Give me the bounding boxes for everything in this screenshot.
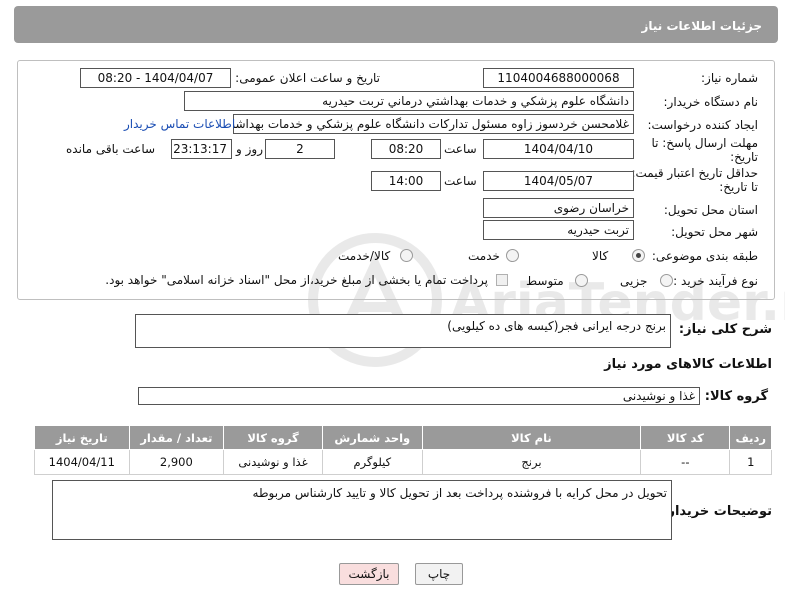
cell-need-date: 1404/04/11 (34, 449, 130, 475)
goods-group-label: گروه کالا: (704, 389, 768, 404)
col-need-date: تاریخ نیاز (34, 425, 130, 450)
col-name: نام کالا (421, 425, 642, 450)
process-option-minor: جزیی (620, 274, 648, 288)
process-radio-minor[interactable] (660, 274, 673, 287)
cell-group: غذا و نوشیدنی (223, 449, 323, 475)
category-option-service: خدمت (468, 249, 500, 263)
buyer-contact-link[interactable]: اطلاعات تماس خریدار (124, 117, 235, 131)
cell-unit: کیلوگرم (321, 449, 423, 475)
goods-section-title: اطلاعات کالاهای مورد نیاز (604, 357, 772, 372)
reply-time-field: 08:20 (371, 139, 441, 159)
category-radio-service[interactable] (506, 249, 519, 262)
reply-deadline-label: مهلت ارسال پاسخ: تا (651, 136, 758, 150)
col-group: گروه کالا (223, 425, 323, 450)
creator-field: غلامحسن خردسوز زاوه مسئول تدارکات دانشگا… (233, 114, 634, 134)
cell-row: 1 (729, 449, 772, 475)
need-number-field: 1104004688000068 (483, 68, 634, 88)
days-field: 2 (265, 139, 335, 159)
col-quantity: تعداد / مقدار (128, 425, 225, 450)
buyer-org-field: دانشگاه علوم پزشکي و خدمات بهداشتي درمان… (184, 91, 634, 111)
remaining-time-field: 23:13:17 (171, 139, 232, 159)
need-number-label: شماره نیاز: (701, 71, 758, 85)
category-radio-goods[interactable] (632, 249, 645, 262)
page-header: جزئیات اطلاعات نیاز (14, 6, 778, 43)
print-button[interactable]: چاپ (415, 563, 463, 585)
price-time-field: 14:00 (371, 171, 441, 191)
creator-label: ایجاد کننده درخواست: (647, 118, 758, 132)
remaining-label: ساعت باقی مانده (66, 142, 156, 156)
price-deadline-label: حداقل تاریخ اعتبار قیمت: (631, 166, 758, 180)
goods-table: ردیف کد کالا نام کالا واحد شمارش گروه کا… (34, 425, 772, 475)
process-radio-medium[interactable] (575, 274, 588, 287)
process-label: نوع فرآیند خرید : (673, 274, 758, 288)
treasury-payment-note: پرداخت تمام یا بخشی از مبلغ خرید،از محل … (105, 273, 488, 287)
description-field: برنج درجه ایرانی فجر(کیسه های ده کیلویی) (135, 314, 671, 348)
reply-date-field: 1404/04/10 (483, 139, 634, 159)
province-label: استان محل تحویل: (663, 203, 758, 217)
goods-group-field: غذا و نوشیدنی (138, 387, 700, 405)
price-time-label: ساعت (444, 174, 477, 188)
price-date-field: 1404/05/07 (483, 171, 634, 191)
cell-code: -- (640, 449, 731, 475)
cell-quantity: 2,900 (128, 449, 225, 475)
days-label: روز و (236, 142, 263, 156)
col-row: ردیف (729, 425, 772, 450)
price-deadline-label-2: تا تاریخ: (719, 180, 758, 194)
category-option-goods: کالا (592, 249, 609, 263)
category-option-goods-service: کالا/خدمت (338, 249, 391, 263)
cell-name: برنج (421, 449, 642, 475)
category-label: طبقه بندی موضوعی: (651, 249, 758, 263)
reply-deadline-label-2: تاریخ: (730, 150, 758, 164)
buyer-org-label: نام دستگاه خریدار: (663, 95, 759, 109)
back-button[interactable]: بازگشت (339, 563, 399, 585)
treasury-payment-checkbox[interactable] (496, 274, 508, 286)
announce-field: 1404/04/07 - 08:20 (80, 68, 231, 88)
page-title: جزئیات اطلاعات نیاز (641, 19, 762, 33)
table-row: 1 -- برنج کیلوگرم غذا و نوشیدنی 2,900 14… (34, 449, 772, 475)
province-field: خراسان رضوی (483, 198, 634, 218)
category-radio-goods-service[interactable] (400, 249, 413, 262)
process-option-medium: متوسط (526, 274, 564, 288)
city-field: تربت حیدریه (483, 220, 634, 240)
announce-label: تاریخ و ساعت اعلان عمومی: (235, 71, 380, 85)
col-unit: واحد شمارش (321, 425, 423, 450)
buyer-notes-label: توضیحات خریدار: (662, 504, 772, 519)
description-label: شرح کلی نیاز: (678, 322, 772, 337)
city-label: شهر محل تحویل: (671, 225, 758, 239)
col-code: کد کالا (640, 425, 731, 450)
reply-time-label: ساعت (444, 142, 477, 156)
buyer-notes-field: تحویل در محل کرایه با فروشنده پرداخت بعد… (52, 480, 672, 540)
goods-table-header: ردیف کد کالا نام کالا واحد شمارش گروه کا… (34, 425, 772, 450)
